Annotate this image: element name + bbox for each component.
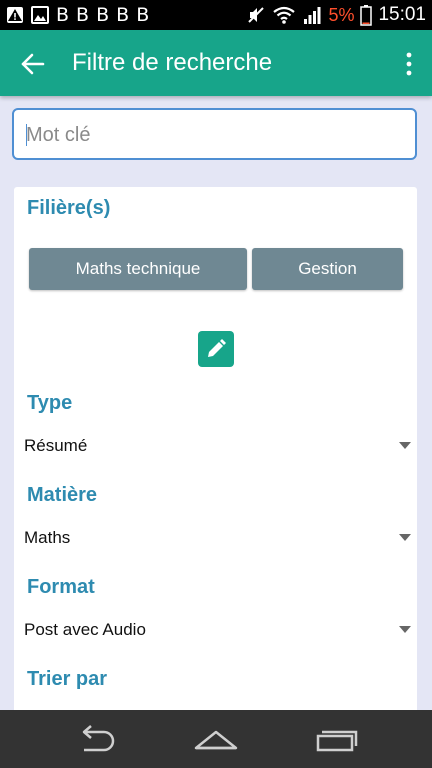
clock: 15:01 xyxy=(378,4,426,25)
status-bar: B B B B B 5% 15:01 xyxy=(0,0,432,30)
wifi-icon xyxy=(273,6,296,24)
type-selected-value: Résumé xyxy=(24,436,88,455)
status-right-icons: 5% 15:01 xyxy=(246,4,426,26)
battery-icon xyxy=(360,5,373,26)
chip-gestion[interactable]: Gestion xyxy=(252,248,403,290)
nav-home-icon[interactable] xyxy=(194,724,238,754)
type-dropdown[interactable]: Résumé xyxy=(14,430,417,462)
filter-card: Filière(s) Maths technique Gestion Type … xyxy=(14,187,417,727)
keyword-input[interactable] xyxy=(24,120,408,150)
b-notification-icon: B xyxy=(76,4,90,26)
pencil-icon xyxy=(208,339,226,357)
matiere-dropdown[interactable]: Maths xyxy=(14,522,417,554)
signal-icon xyxy=(304,7,321,24)
matiere-selected-value: Maths xyxy=(24,528,71,547)
app-bar: Filtre de recherche xyxy=(0,30,432,96)
matiere-title: Matière xyxy=(27,484,98,506)
page-title: Filtre de recherche xyxy=(72,49,273,76)
b-notification-icon: B xyxy=(56,4,70,26)
mute-icon xyxy=(248,7,265,23)
filieres-title: Filière(s) xyxy=(27,197,111,219)
image-icon xyxy=(31,6,49,24)
type-title: Type xyxy=(27,392,73,414)
nav-recent-apps-icon[interactable] xyxy=(314,724,358,754)
search-field[interactable] xyxy=(12,108,417,160)
back-arrow-icon[interactable] xyxy=(20,51,46,77)
battery-percent: 5% xyxy=(328,4,355,25)
b-notification-icon: B xyxy=(136,4,150,26)
format-dropdown[interactable]: Post avec Audio xyxy=(14,614,417,646)
status-left-icons: B B B B B xyxy=(6,4,149,26)
more-options-icon[interactable] xyxy=(404,51,414,77)
format-title: Format xyxy=(27,576,95,598)
b-notification-icon: B xyxy=(116,4,130,26)
navigation-bar xyxy=(0,710,432,768)
b-notification-icon: B xyxy=(96,4,110,26)
edit-filieres-button[interactable] xyxy=(198,331,234,367)
dropdown-arrow-icon xyxy=(399,442,411,449)
chip-maths-technique[interactable]: Maths technique xyxy=(29,248,247,290)
format-selected-value: Post avec Audio xyxy=(24,620,146,639)
trier-par-title: Trier par xyxy=(27,668,108,690)
warning-icon xyxy=(7,7,23,23)
nav-back-icon[interactable] xyxy=(74,724,118,754)
dropdown-arrow-icon xyxy=(399,626,411,633)
dropdown-arrow-icon xyxy=(399,534,411,541)
